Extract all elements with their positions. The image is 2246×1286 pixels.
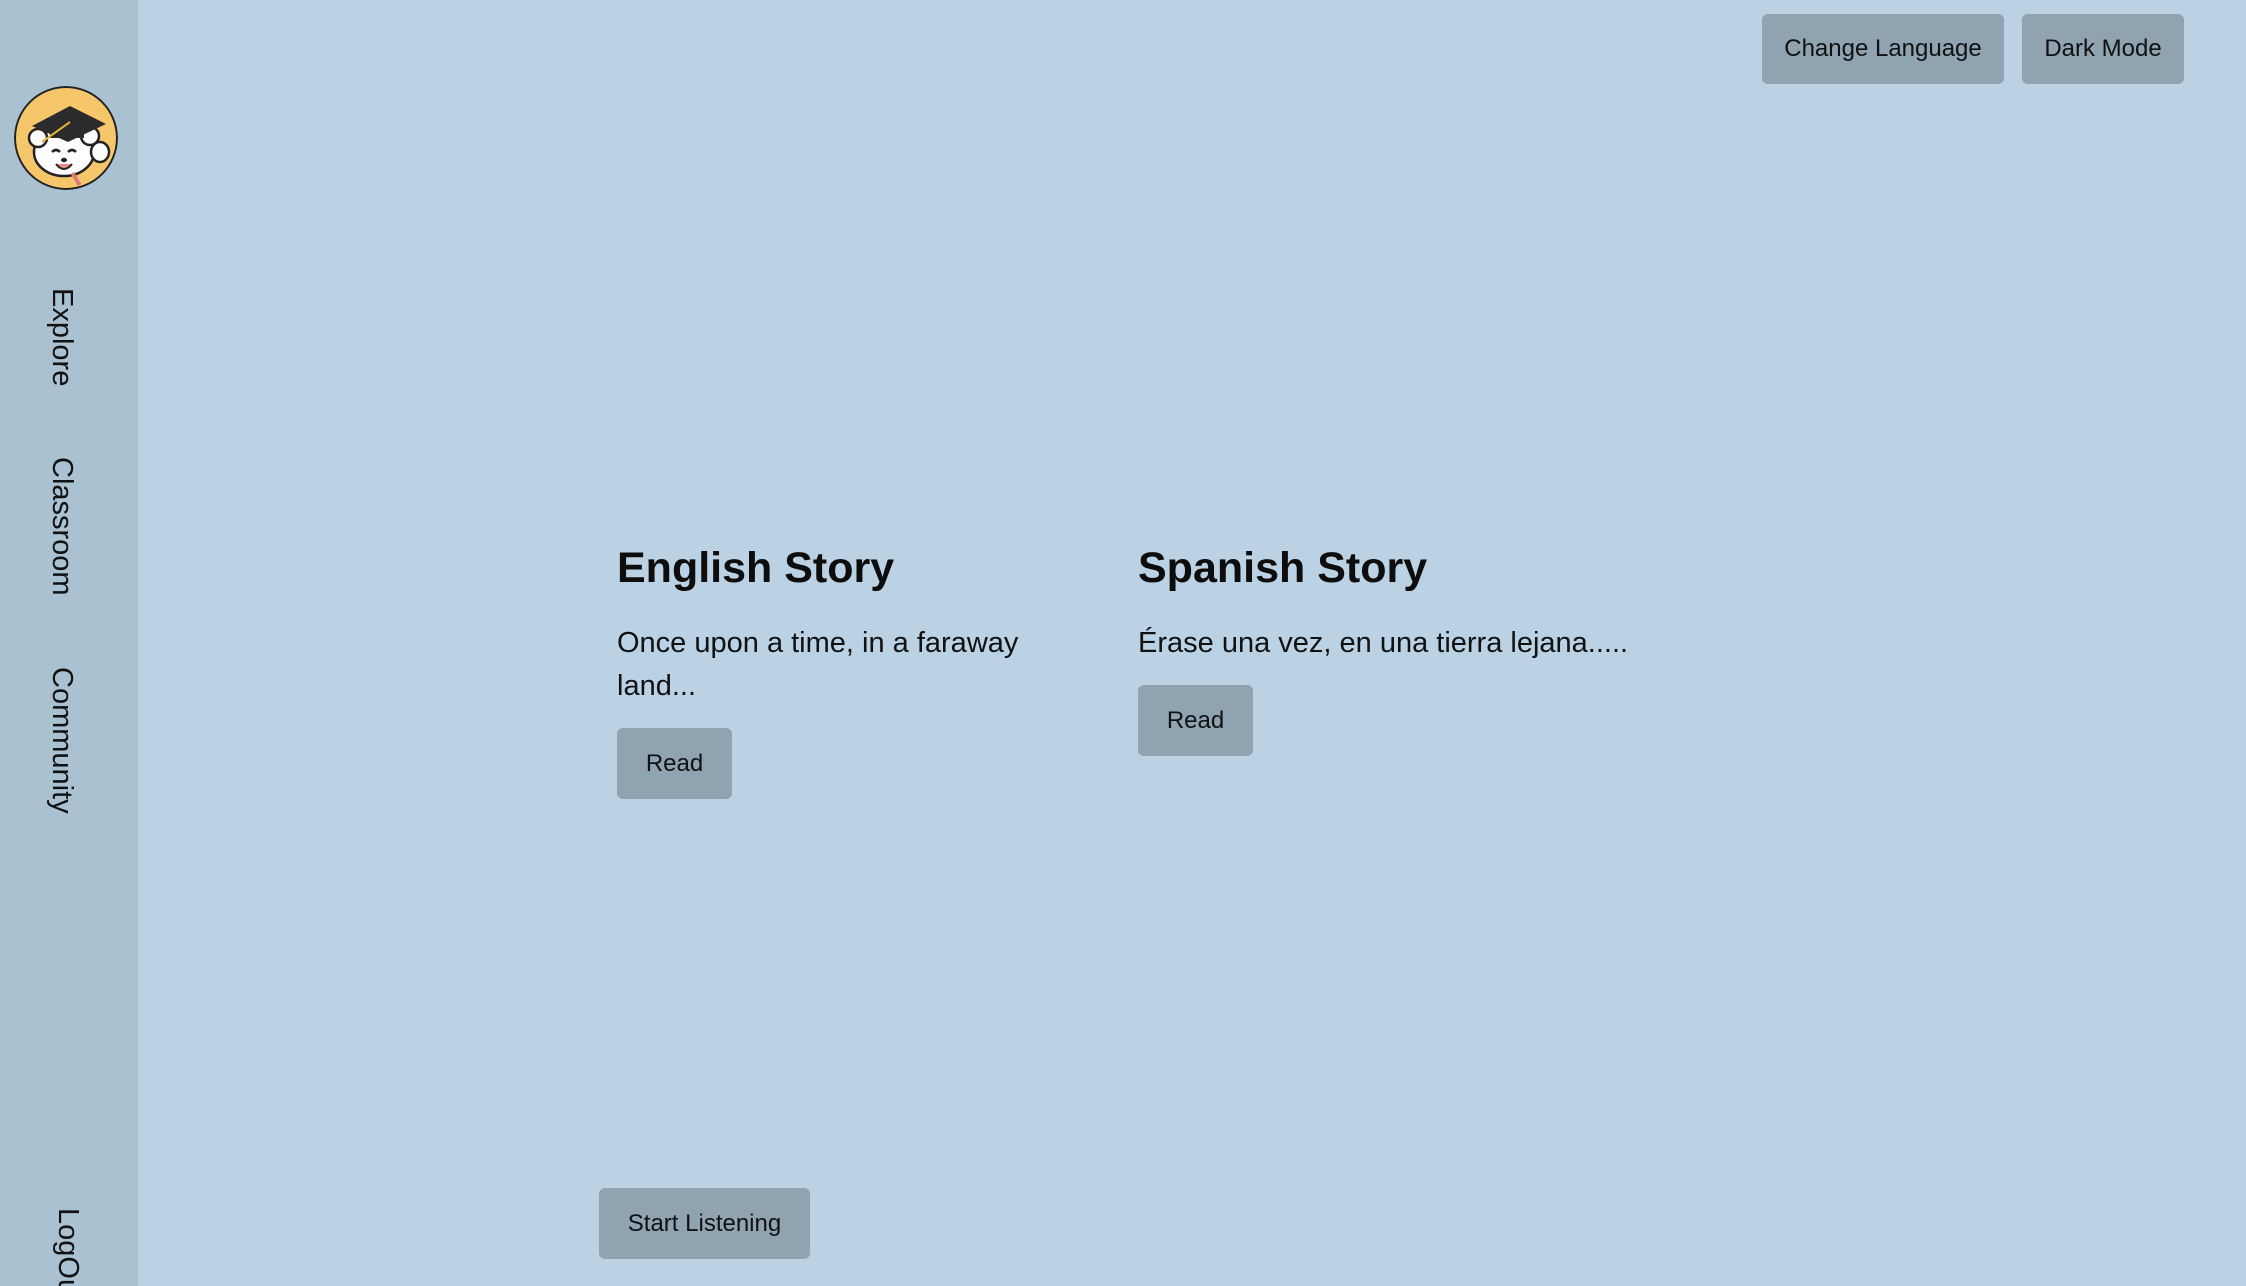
story-title: Spanish Story xyxy=(1138,544,1428,592)
app-root: Explore Classroom Community LogOut Chang… xyxy=(0,0,2246,1286)
sidebar: Explore Classroom Community LogOut xyxy=(0,0,138,1286)
read-button-spanish[interactable]: Read xyxy=(1138,685,1253,756)
sidebar-item-community[interactable]: Community xyxy=(46,667,78,814)
sidebar-item-classroom[interactable]: Classroom xyxy=(46,457,78,596)
logout-button[interactable]: LogOut xyxy=(52,1208,84,1286)
story-title: English Story xyxy=(617,544,895,592)
change-language-button[interactable]: Change Language xyxy=(1762,14,2004,84)
story-card-spanish: Spanish Story Érase una vez, en una tier… xyxy=(1138,536,1698,756)
dark-mode-button[interactable]: Dark Mode xyxy=(2022,14,2184,84)
story-text: Once upon a time, in a faraway land... xyxy=(617,627,1019,702)
start-listening-button[interactable]: Start Listening xyxy=(599,1188,810,1259)
sidebar-item-explore[interactable]: Explore xyxy=(46,288,78,386)
avatar[interactable] xyxy=(14,86,118,190)
read-button-english[interactable]: Read xyxy=(617,728,732,799)
story-text: Érase una vez, en una tierra lejana..... xyxy=(1138,627,1629,659)
graduate-bear-icon xyxy=(14,86,118,190)
story-card-english: English Story Once upon a time, in a far… xyxy=(617,536,1087,799)
